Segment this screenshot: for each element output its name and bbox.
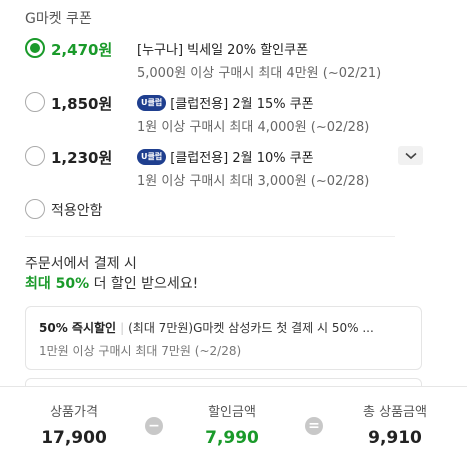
coupon-option-3[interactable]: 1,230원 U클럽 [클럽전용] 2월 10% 쿠폰 1원 이상 구매시 최대… [25, 146, 425, 189]
coupon-2-desc: 1원 이상 구매시 최대 4,000원 (~02/28) [137, 120, 370, 135]
total-block: 총 상품금액 9,910 [352, 401, 438, 448]
total-label: 총 상품금액 [363, 405, 427, 420]
card-offer-desc: 1만원 이상 구매시 최대 7만원 (~2/28) [39, 344, 242, 358]
coupon-3-title-row: U클럽 [클럽전용] 2월 10% 쿠폰 [137, 147, 314, 166]
equals-icon: = [305, 417, 323, 435]
coupon-2-title-row: U클럽 [클럽전용] 2월 15% 쿠폰 [137, 93, 314, 112]
coupon-option-1[interactable]: 2,470원 [누구나] 빅세일 20% 할인쿠폰 5,000원 이상 구매시 … [25, 38, 425, 81]
card-offer-box[interactable]: 50% 즉시할인 | (최대 7만원)G마켓 삼성카드 첫 결제 시 50% ...… [25, 306, 422, 370]
price-summary-bar: 상품가격 17,900 − 할인금액 7,990 = 총 상품금액 9,910 [0, 386, 467, 454]
coupon-1-desc: 5,000원 이상 구매시 최대 4만원 (~02/21) [137, 66, 382, 81]
card-offer-text: (최대 7만원)G마켓 삼성카드 첫 결제 시 50% ... [128, 321, 374, 335]
section-title: G마켓 쿠폰 [25, 11, 92, 27]
promo-line-1: 주문서에서 결제 시 [25, 256, 137, 272]
coupon-1-radio[interactable] [25, 38, 45, 58]
total-value: 9,910 [368, 428, 422, 448]
promo-line-2: 최대 50% 더 할인 받으세요! [25, 273, 198, 293]
coupon-1-title: [누구나] 빅세일 20% 할인쿠폰 [137, 43, 309, 58]
product-price-block: 상품가격 17,900 [36, 401, 112, 448]
no-apply-label[interactable]: 적용안함 [51, 200, 103, 220]
expand-coupons-button[interactable] [398, 146, 423, 165]
separator: | [120, 321, 125, 335]
coupon-3-radio[interactable] [25, 146, 45, 166]
coupon-3-price: 1,230원 [51, 149, 113, 167]
u-club-badge-icon: U클럽 [137, 94, 167, 111]
u-club-badge-icon: U클럽 [137, 148, 167, 165]
coupon-3-title: [클럽전용] 2월 10% 쿠폰 [170, 151, 314, 166]
discount-value: 7,990 [205, 428, 259, 448]
minus-icon: − [145, 417, 163, 435]
promo-highlight: 최대 50% [25, 276, 90, 292]
no-apply-radio[interactable] [25, 199, 45, 219]
chevron-down-icon [404, 152, 417, 159]
coupon-2-price: 1,850원 [51, 95, 113, 113]
coupon-3-desc: 1원 이상 구매시 최대 3,000원 (~02/28) [137, 174, 370, 189]
product-price-value: 17,900 [41, 428, 107, 448]
divider [25, 236, 395, 237]
coupon-1-price: 2,470원 [51, 41, 113, 59]
discount-label: 할인금액 [208, 405, 256, 420]
card-offer-title: 50% 즉시할인 | (최대 7만원)G마켓 삼성카드 첫 결제 시 50% ... [39, 319, 409, 336]
card-offer-bold: 50% 즉시할인 [39, 321, 117, 335]
promo-line-2-text: 더 할인 받으세요! [89, 276, 199, 292]
discount-block: 할인금액 7,990 [194, 401, 270, 448]
coupon-2-radio[interactable] [25, 92, 45, 112]
coupon-option-2[interactable]: 1,850원 U클럽 [클럽전용] 2월 15% 쿠폰 1원 이상 구매시 최대… [25, 92, 425, 135]
product-price-label: 상품가격 [50, 405, 98, 420]
coupon-2-title: [클럽전용] 2월 15% 쿠폰 [170, 97, 314, 112]
